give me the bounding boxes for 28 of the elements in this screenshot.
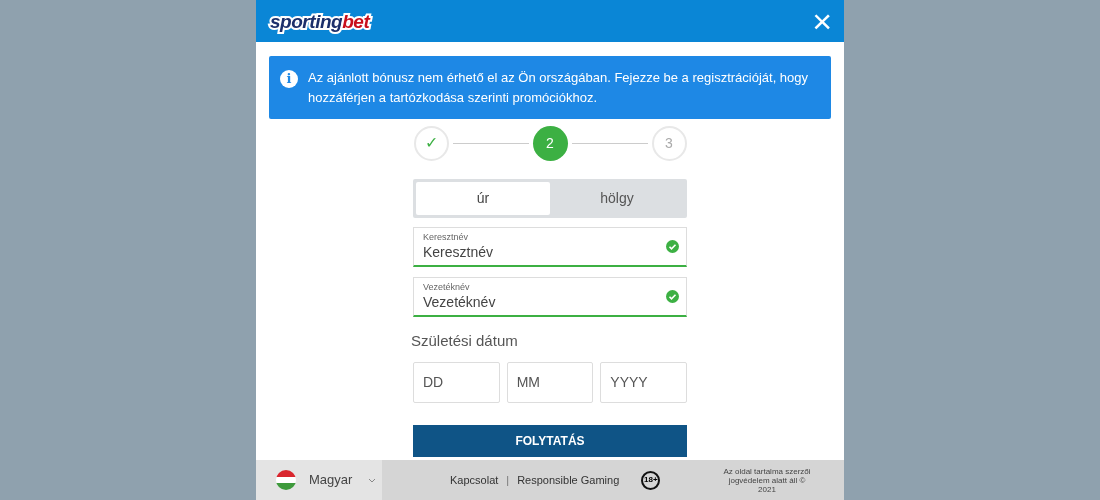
info-message: Az ajánlott bónusz nem érhető el az Ön országában. Fejezze be a regisztrációját, hogy hozzáférjen a tartózkodása szerinti promóciókhoz. [308, 69, 810, 107]
text-field[interactable]: Vezetéknév Vezetéknév [413, 277, 687, 317]
separator: | [506, 472, 510, 488]
footer-link[interactable]: Responsible Gaming [517, 471, 620, 489]
language-selector[interactable]: Magyar [256, 460, 382, 500]
field-value: Vezetéknév [423, 293, 497, 311]
step-indicator: 2 [532, 125, 568, 161]
field-value: Keresztnév [423, 243, 495, 261]
continue-button[interactable]: FOLYTATÁS [413, 424, 687, 457]
date-input[interactable]: MM [506, 361, 594, 403]
close-button[interactable]: × [812, 4, 832, 38]
field-label: Keresztnév [423, 232, 470, 243]
copyright-text: Az oldal tartalma szerzői jogvédelem alatt áll © 2021 [722, 466, 812, 494]
gender-option[interactable]: hölgy [550, 182, 684, 215]
gender-option[interactable]: úr [416, 182, 550, 215]
date-input[interactable]: YYYY [600, 361, 687, 403]
chevron-down-icon [368, 477, 376, 483]
info-icon: i [280, 70, 298, 88]
logo: sportingbet [270, 11, 370, 31]
hungary-flag-icon [276, 470, 296, 490]
birth-date-label: Születési dátum [411, 331, 519, 351]
field-label: Vezetéknév [423, 282, 471, 293]
step-indicator: 3 [651, 125, 687, 161]
date-input[interactable]: DD [413, 361, 500, 403]
step-indicator: ✓ [413, 125, 449, 161]
footer-link[interactable]: Kapcsolat [450, 471, 499, 489]
text-field[interactable]: Keresztnév Keresztnév [413, 227, 687, 267]
age-badge: 18+ [641, 470, 661, 490]
